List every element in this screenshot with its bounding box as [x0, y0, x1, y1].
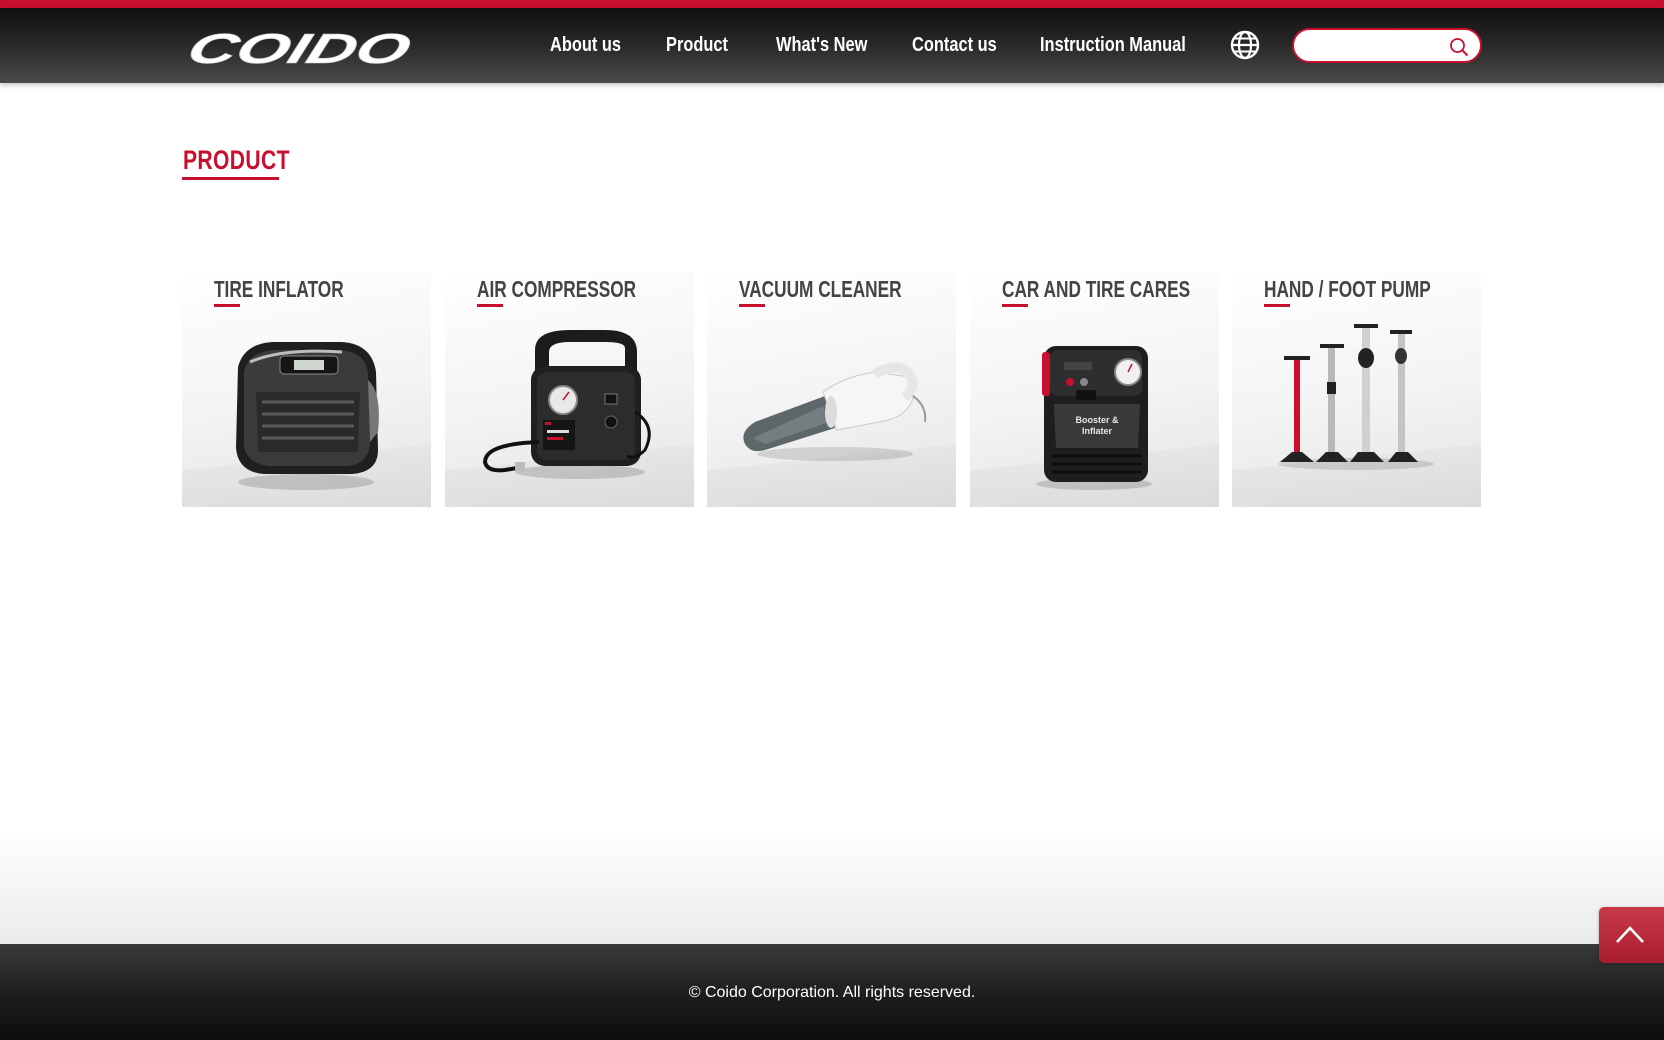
search-icon[interactable]: [1448, 36, 1470, 58]
category-label: AIR COMPRESSOR: [477, 276, 637, 302]
category-card-vacuum-cleaner[interactable]: VACUUM CLEANER: [707, 272, 956, 507]
label-underline: [1002, 304, 1028, 307]
category-label: HAND / FOOT PUMP: [1264, 276, 1431, 302]
logo-text: COIDO: [181, 28, 416, 70]
category-card-hand-foot-pump[interactable]: HAND / FOOT PUMP: [1232, 272, 1481, 507]
label-underline: [739, 304, 765, 307]
booster-text-line2: Inflater: [1082, 426, 1113, 436]
nav-contact-us[interactable]: Contact us: [912, 34, 997, 57]
foot-pump-image: [1278, 324, 1434, 470]
nav-instruction-manual[interactable]: Instruction Manual: [1040, 34, 1186, 57]
chevron-up-icon: [1616, 926, 1644, 943]
nav-whats-new[interactable]: What's New: [776, 34, 867, 57]
booster-inflater-image: Booster & Inflater: [1036, 346, 1152, 490]
back-to-top-button[interactable]: [1599, 907, 1664, 963]
nav-about-us[interactable]: About us: [550, 34, 621, 57]
page: COIDO About us Product What's New Contac…: [0, 0, 1664, 1040]
label-underline: [477, 304, 503, 307]
category-card-car-and-tire-cares[interactable]: CAR AND TIRE CARES Booster & Inflater: [970, 272, 1219, 507]
category-label: VACUUM CLEANER: [739, 276, 902, 302]
top-accent-strip: [0, 0, 1664, 8]
title-underline: [182, 177, 279, 180]
category-card-tire-inflator[interactable]: TIRE INFLATOR: [182, 272, 431, 507]
booster-text-line1: Booster &: [1075, 415, 1119, 425]
category-card-air-compressor[interactable]: AIR COMPRESSOR: [445, 272, 694, 507]
category-label: TIRE INFLATOR: [214, 276, 344, 302]
site-footer: © Coido Corporation. All rights reserved…: [0, 944, 1664, 1040]
category-label: CAR AND TIRE CARES: [1002, 276, 1191, 302]
main-nav: About us Product What's New Contact us I…: [550, 8, 1190, 83]
page-title: PRODUCT: [183, 145, 290, 175]
footer-fade: [0, 830, 1664, 944]
air-compressor-image: [482, 330, 651, 479]
tire-inflator-image: [236, 342, 379, 490]
search-box: [1292, 28, 1482, 63]
vacuum-cleaner-image: [743, 362, 927, 461]
label-underline: [214, 304, 240, 307]
coido-logo[interactable]: COIDO: [180, 28, 416, 70]
globe-icon[interactable]: [1229, 29, 1261, 61]
search-input[interactable]: [1306, 36, 1446, 56]
copyright-text: © Coido Corporation. All rights reserved…: [688, 984, 976, 1001]
nav-product[interactable]: Product: [666, 34, 728, 57]
site-header: COIDO About us Product What's New Contac…: [0, 8, 1664, 83]
label-underline: [1264, 304, 1290, 307]
